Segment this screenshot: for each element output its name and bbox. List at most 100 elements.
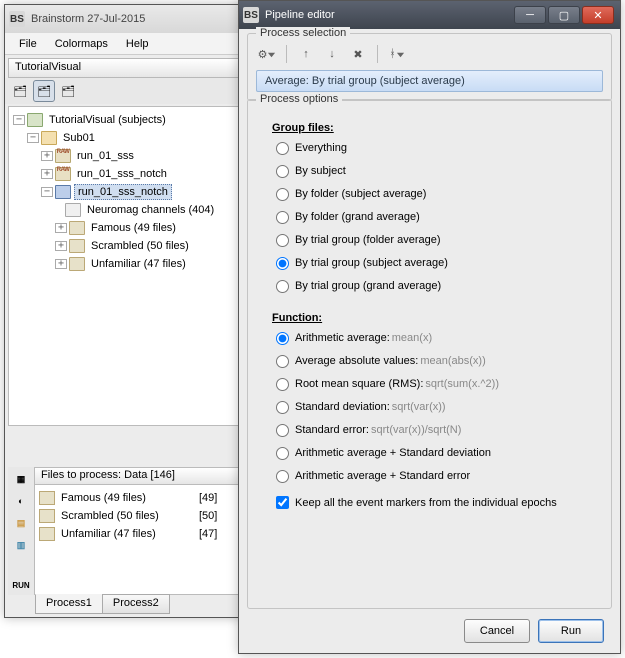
menu-file[interactable]: File [11,36,45,52]
pipe-window-title: Pipeline editor [265,9,512,21]
view-subjects-icon[interactable]: 🗂 [9,80,31,102]
filter-timefreq-icon[interactable]: ▤ [10,513,32,533]
file-label[interactable]: Unfamiliar (47 files) [61,528,156,540]
filter-results-icon[interactable]: ◐ [10,491,32,511]
data-icon [39,527,55,541]
radio-func-meanabs[interactable]: Average absolute values:mean(abs(x)) [276,351,603,371]
files-to-process-list[interactable]: Famous (49 files) [49] Scrambled (50 file… [34,485,240,595]
radio-func-rms[interactable]: Root mean square (RMS):sqrt(sum(x.^2)) [276,374,603,394]
tree-scrambled[interactable]: Scrambled (50 files) [88,239,192,253]
main-titlebar[interactable]: BS Brainstorm 27-Jul-2015 [5,5,243,33]
move-down-icon[interactable]: ↓ [321,43,343,65]
cancel-button[interactable]: Cancel [464,619,530,643]
app-logo-icon: BS [243,7,259,23]
group-files-heading: Group files: [272,122,603,134]
tree-cond-3-selected[interactable]: run_01_sss_notch [74,184,172,200]
file-count: [50] [199,510,235,522]
database-tree[interactable]: −TutorialVisual (subjects) −Sub01 +RAWru… [8,106,240,426]
process-sidebar: ▦ ◐ ▤ ▥ RUN [8,467,34,595]
tree-collapse-icon[interactable]: − [41,187,53,197]
tree-unfamiliar[interactable]: Unfamiliar (47 files) [88,257,189,271]
radio-func-std[interactable]: Standard deviation:sqrt(var(x)) [276,397,603,417]
radio-label: By trial group (folder average) [295,234,441,246]
filter-data-icon[interactable]: ▦ [10,469,32,489]
process-options-title: Process options [256,93,342,105]
list-item: Famous (49 files) [49] [39,489,235,507]
minimize-button[interactable]: ─ [514,6,546,24]
radio-label: By trial group (subject average) [295,257,448,269]
radio-func-ste[interactable]: Standard error:sqrt(var(x))/sqrt(N) [276,420,603,440]
radio-everything[interactable]: Everything [276,138,603,158]
radio-label: Arithmetic average: [295,332,390,344]
function-heading: Function: [272,312,603,324]
radio-trialgroup-folder[interactable]: By trial group (folder average) [276,230,603,250]
tree-collapse-icon[interactable]: − [13,115,25,125]
condition-icon: RAW [55,149,71,163]
radio-label: By folder (subject average) [295,188,426,200]
radio-label: Arithmetic average + Standard error [295,470,470,482]
move-up-icon[interactable]: ↑ [295,43,317,65]
file-label[interactable]: Famous (49 files) [61,492,146,504]
tree-famous[interactable]: Famous (49 files) [88,221,179,235]
radio-label: Standard error: [295,424,369,436]
data-icon [39,509,55,523]
tree-cond-2[interactable]: run_01_sss_notch [74,167,170,181]
app-logo-icon: BS [9,11,25,27]
delete-process-icon[interactable]: ✖ [347,43,369,65]
menu-help[interactable]: Help [118,36,157,52]
formula-text: sqrt(var(x))/sqrt(N) [371,424,461,436]
file-count: [47] [199,528,235,540]
tree-cond-1[interactable]: run_01_sss [74,149,137,163]
radio-trialgroup-subj[interactable]: By trial group (subject average) [276,253,603,273]
tree-channels[interactable]: Neuromag channels (404) [84,203,217,217]
pipe-titlebar[interactable]: BS Pipeline editor ─ ▢ ✕ [239,1,620,29]
dialog-button-row: Cancel Run [247,615,612,647]
tree-expand-icon[interactable]: + [41,151,53,161]
tree-collapse-icon[interactable]: − [27,133,39,143]
add-process-icon[interactable]: ⚙ [256,43,278,65]
radio-label: Arithmetic average + Standard deviation [295,447,491,459]
checkbox-label: Keep all the event markers from the indi… [295,497,557,509]
tab-process1[interactable]: Process1 [35,594,103,614]
selected-process-row[interactable]: Average: By trial group (subject average… [256,70,603,92]
file-count: [49] [199,492,235,504]
tree-subject[interactable]: Sub01 [60,131,98,145]
radio-by-subject[interactable]: By subject [276,161,603,181]
condition-icon: RAW [55,167,71,181]
tree-expand-icon[interactable]: + [55,259,67,269]
view-anatomy-icon[interactable]: 🗂 [57,80,79,102]
process-toolbar: ⚙ ↑ ↓ ✖ ᚼ [256,42,603,66]
run-button[interactable]: Run [538,619,604,643]
tree-expand-icon[interactable]: + [55,223,67,233]
run-button[interactable]: RUN [10,575,32,595]
radio-label: By trial group (grand average) [295,280,441,292]
pipeline-menu-icon[interactable]: ᚼ [386,43,408,65]
tree-expand-icon[interactable]: + [55,241,67,251]
protocol-name[interactable]: TutorialVisual [8,58,240,78]
tree-expand-icon[interactable]: + [41,169,53,179]
file-label[interactable]: Scrambled (50 files) [61,510,159,522]
process-selection-group: Process selection ⚙ ↑ ↓ ✖ ᚼ Average: By … [247,33,612,101]
data-icon [69,257,85,271]
tree-protocol[interactable]: TutorialVisual (subjects) [46,113,169,127]
radio-by-folder-grand[interactable]: By folder (grand average) [276,207,603,227]
data-icon [69,239,85,253]
main-menubar: File Colormaps Help [5,33,243,55]
radio-label: By folder (grand average) [295,211,420,223]
radio-func-mean-std[interactable]: Arithmetic average + Standard deviation [276,443,603,463]
filter-matrix-icon[interactable]: ▥ [10,535,32,555]
formula-text: mean(x) [392,332,432,344]
formula-text: mean(abs(x)) [420,355,485,367]
radio-by-folder-subj[interactable]: By folder (subject average) [276,184,603,204]
checkbox-keep-events[interactable]: Keep all the event markers from the indi… [276,496,603,509]
close-button[interactable]: ✕ [582,6,614,24]
explorer-toolbar: 🗂 🗂 🗂 [5,78,243,104]
maximize-button[interactable]: ▢ [548,6,580,24]
menu-colormaps[interactable]: Colormaps [47,36,116,52]
view-functional-icon[interactable]: 🗂 [33,80,55,102]
tab-process2[interactable]: Process2 [102,594,170,614]
list-item: Scrambled (50 files) [50] [39,507,235,525]
radio-trialgroup-grand[interactable]: By trial group (grand average) [276,276,603,296]
radio-func-mean-ste[interactable]: Arithmetic average + Standard error [276,466,603,486]
radio-func-mean[interactable]: Arithmetic average:mean(x) [276,328,603,348]
